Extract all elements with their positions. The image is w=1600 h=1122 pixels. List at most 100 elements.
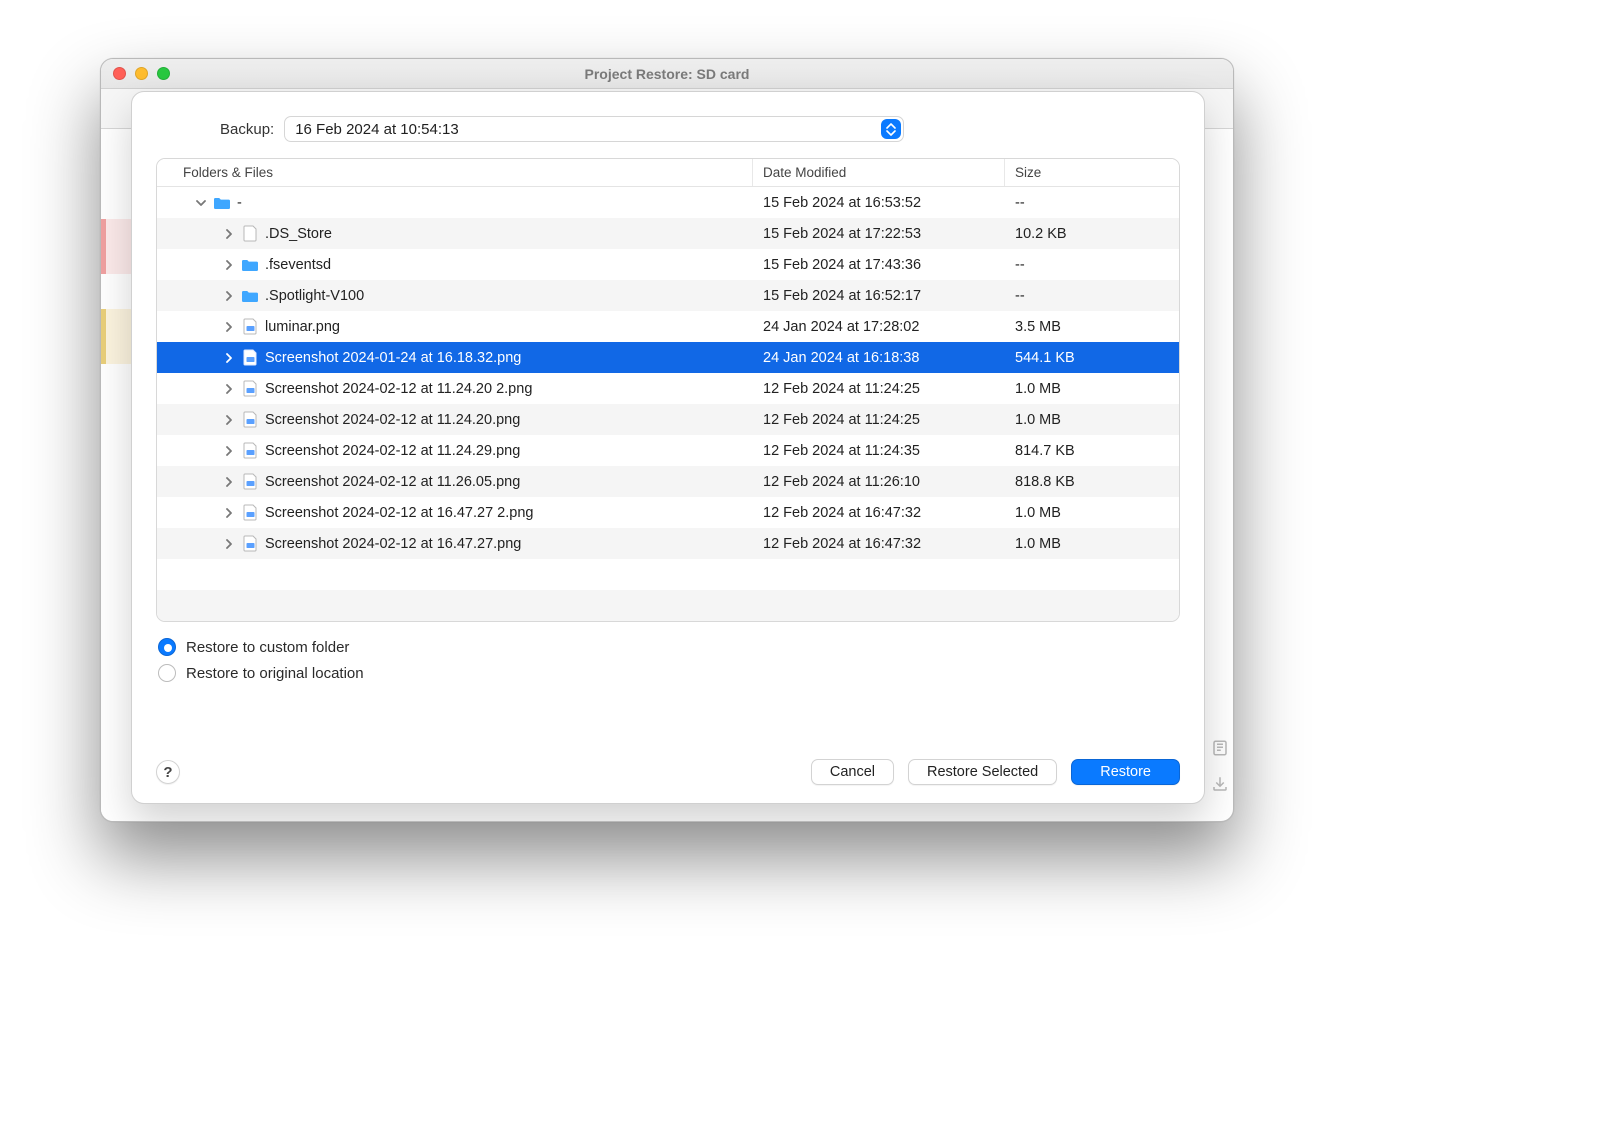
traffic-lights xyxy=(101,67,170,80)
table-row[interactable]: Screenshot 2024-02-12 at 16.47.27.png 12 … xyxy=(157,528,1179,559)
chevron-right-icon[interactable] xyxy=(223,290,235,302)
restore-button[interactable]: Restore xyxy=(1071,759,1180,785)
file-name: - xyxy=(237,195,242,211)
minimize-window-button[interactable] xyxy=(135,67,148,80)
updown-stepper-icon xyxy=(881,119,901,139)
image-file-icon xyxy=(241,442,259,460)
file-name: Screenshot 2024-02-12 at 11.26.05.png xyxy=(265,474,520,490)
table-row[interactable]: .fseventsd15 Feb 2024 at 17:43:36-- xyxy=(157,249,1179,280)
radio-restore-custom[interactable]: Restore to custom folder xyxy=(158,638,1180,656)
table-row[interactable]: luminar.png24 Jan 2024 at 17:28:023.5 MB xyxy=(157,311,1179,342)
file-size: -- xyxy=(1005,249,1179,280)
radio-icon xyxy=(158,664,176,682)
file-name: .Spotlight-V100 xyxy=(265,288,364,304)
file-date: 12 Feb 2024 at 11:26:10 xyxy=(753,466,1005,497)
table-row[interactable]: .DS_Store 15 Feb 2024 at 17:22:5310.2 KB xyxy=(157,218,1179,249)
table-row-empty xyxy=(157,559,1179,590)
file-icon xyxy=(241,225,259,243)
file-date: 15 Feb 2024 at 16:52:17 xyxy=(753,280,1005,311)
file-name: Screenshot 2024-02-12 at 16.47.27 2.png xyxy=(265,505,533,521)
chevron-right-icon[interactable] xyxy=(223,228,235,240)
chevron-right-icon[interactable] xyxy=(223,445,235,457)
image-file-icon xyxy=(241,318,259,336)
table-row[interactable]: - 15 Feb 2024 at 16:53:52-- xyxy=(157,187,1179,218)
table-row[interactable]: Screenshot 2024-02-12 at 11.26.05.png 12 … xyxy=(157,466,1179,497)
table-header: Folders & Files Date Modified Size xyxy=(157,159,1179,187)
titlebar: Project Restore: SD card xyxy=(101,59,1233,89)
file-size: 3.5 MB xyxy=(1005,311,1179,342)
column-header-size[interactable]: Size xyxy=(1005,159,1179,186)
file-size: 1.0 MB xyxy=(1005,528,1179,559)
background-right-icons xyxy=(1207,739,1233,793)
file-name: .fseventsd xyxy=(265,257,331,273)
folder-icon xyxy=(241,256,259,274)
table-row-empty xyxy=(157,590,1179,621)
backup-label: Backup: xyxy=(220,121,274,138)
chevron-right-icon[interactable] xyxy=(223,259,235,271)
radio-icon xyxy=(158,638,176,656)
file-size: 814.7 KB xyxy=(1005,435,1179,466)
zoom-window-button[interactable] xyxy=(157,67,170,80)
folder-icon xyxy=(241,287,259,305)
chevron-right-icon[interactable] xyxy=(223,352,235,364)
chevron-right-icon[interactable] xyxy=(223,321,235,333)
file-size: 1.0 MB xyxy=(1005,497,1179,528)
chevron-right-icon[interactable] xyxy=(223,476,235,488)
table-row[interactable]: .Spotlight-V100 15 Feb 2024 at 16:52:17-- xyxy=(157,280,1179,311)
image-file-icon xyxy=(241,473,259,491)
backup-selected-value: 16 Feb 2024 at 10:54:13 xyxy=(295,121,458,138)
file-date: 12 Feb 2024 at 11:24:25 xyxy=(753,373,1005,404)
column-header-name[interactable]: Folders & Files xyxy=(157,159,753,186)
table-body: -15 Feb 2024 at 16:53:52--.DS_Store15 Fe… xyxy=(157,187,1179,621)
column-header-date[interactable]: Date Modified xyxy=(753,159,1005,186)
file-name: Screenshot 2024-02-12 at 11.24.29.png xyxy=(265,443,520,459)
radio-label: Restore to original location xyxy=(186,665,364,682)
backup-dropdown[interactable]: 16 Feb 2024 at 10:54:13 xyxy=(284,116,904,142)
table-row[interactable]: Screenshot 2024-02-12 at 11.24.20 2.png 1… xyxy=(157,373,1179,404)
file-table: Folders & Files Date Modified Size - 15 F… xyxy=(156,158,1180,622)
file-size: 818.8 KB xyxy=(1005,466,1179,497)
file-date: 12 Feb 2024 at 16:47:32 xyxy=(753,497,1005,528)
file-date: 15 Feb 2024 at 17:22:53 xyxy=(753,218,1005,249)
chevron-right-icon[interactable] xyxy=(223,507,235,519)
file-size: -- xyxy=(1005,187,1179,218)
table-row[interactable]: Screenshot 2024-02-12 at 16.47.27 2.png 1… xyxy=(157,497,1179,528)
file-date: 24 Jan 2024 at 16:18:38 xyxy=(753,342,1005,373)
file-name: Screenshot 2024-02-12 at 16.47.27.png xyxy=(265,536,521,552)
radio-label: Restore to custom folder xyxy=(186,639,349,656)
close-window-button[interactable] xyxy=(113,67,126,80)
chevron-right-icon[interactable] xyxy=(223,538,235,550)
app-window: Project Restore: SD card Backup: 16 Feb … xyxy=(100,58,1234,822)
file-size: 10.2 KB xyxy=(1005,218,1179,249)
restore-destination-group: Restore to custom folder Restore to orig… xyxy=(156,638,1180,682)
chevron-down-icon[interactable] xyxy=(195,197,207,209)
file-size: 1.0 MB xyxy=(1005,373,1179,404)
image-file-icon xyxy=(241,535,259,553)
table-row[interactable]: Screenshot 2024-01-24 at 16.18.32.png 24 … xyxy=(157,342,1179,373)
file-size: -- xyxy=(1005,280,1179,311)
background-sidebar xyxy=(101,129,131,821)
chevron-right-icon[interactable] xyxy=(223,383,235,395)
help-button[interactable]: ? xyxy=(156,760,180,784)
chevron-right-icon[interactable] xyxy=(223,414,235,426)
cancel-button[interactable]: Cancel xyxy=(811,759,894,785)
backup-selector-row: Backup: 16 Feb 2024 at 10:54:13 xyxy=(156,112,1180,158)
restore-selected-button[interactable]: Restore Selected xyxy=(908,759,1057,785)
table-row[interactable]: Screenshot 2024-02-12 at 11.24.29.png 12 … xyxy=(157,435,1179,466)
file-date: 12 Feb 2024 at 11:24:35 xyxy=(753,435,1005,466)
file-name: Screenshot 2024-01-24 at 16.18.32.png xyxy=(265,350,521,366)
image-file-icon xyxy=(241,504,259,522)
file-size: 544.1 KB xyxy=(1005,342,1179,373)
file-name: .DS_Store xyxy=(265,226,332,242)
file-date: 15 Feb 2024 at 16:53:52 xyxy=(753,187,1005,218)
file-date: 12 Feb 2024 at 16:47:32 xyxy=(753,528,1005,559)
radio-restore-original[interactable]: Restore to original location xyxy=(158,664,1180,682)
restore-sheet: Backup: 16 Feb 2024 at 10:54:13 Folders … xyxy=(131,91,1205,804)
table-row[interactable]: Screenshot 2024-02-12 at 11.24.20.png12 … xyxy=(157,404,1179,435)
folder-icon xyxy=(213,194,231,212)
window-title: Project Restore: SD card xyxy=(101,66,1233,82)
file-name: Screenshot 2024-02-12 at 11.24.20 2.png xyxy=(265,381,532,397)
file-size: 1.0 MB xyxy=(1005,404,1179,435)
file-name: Screenshot 2024-02-12 at 11.24.20.png xyxy=(265,412,520,428)
sheet-footer: ? Cancel Restore Selected Restore xyxy=(156,759,1180,785)
